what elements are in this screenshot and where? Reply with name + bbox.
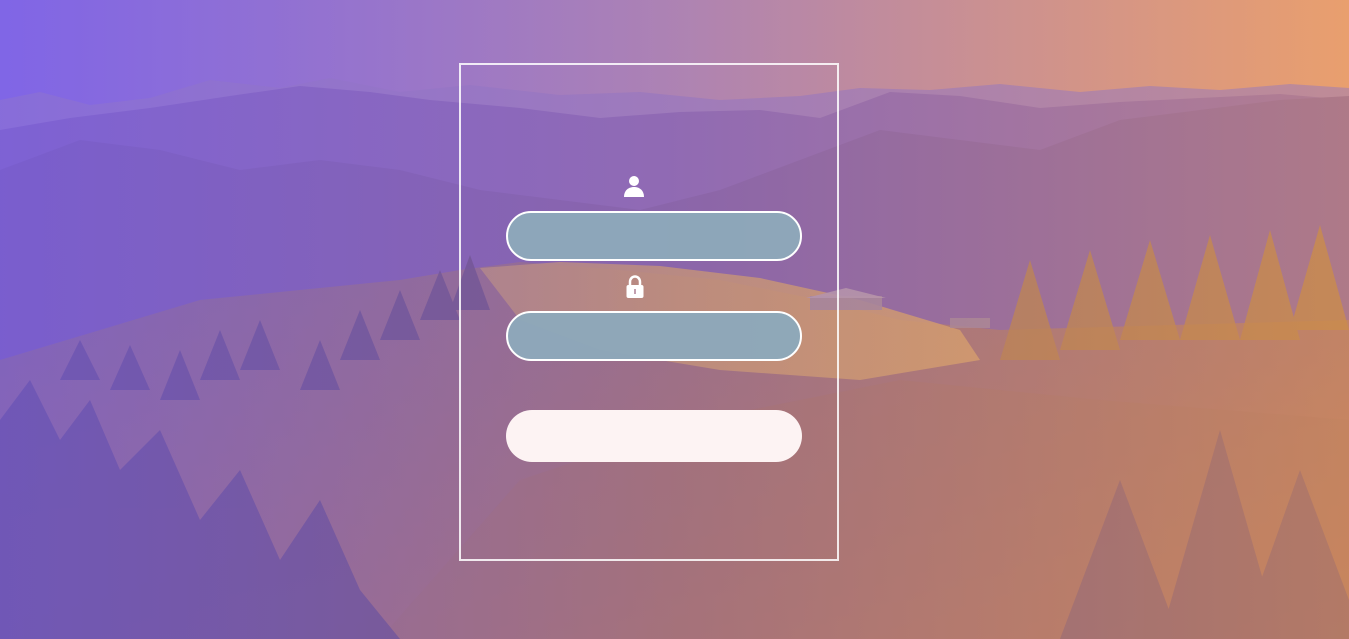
user-icon (620, 172, 648, 200)
login-page (0, 0, 1349, 639)
username-input[interactable] (506, 211, 802, 261)
password-input[interactable] (506, 311, 802, 361)
lock-icon (621, 273, 649, 301)
login-button[interactable] (506, 410, 802, 462)
